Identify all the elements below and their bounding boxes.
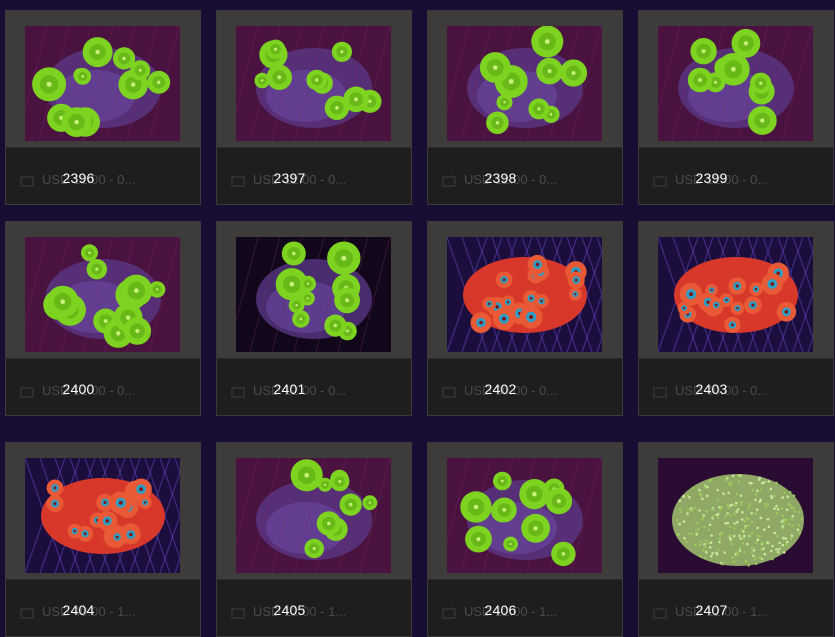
thumbnail-frame (6, 11, 200, 148)
product-photo[interactable] (447, 237, 602, 352)
thumbnail-frame (428, 222, 622, 359)
product-photo[interactable] (447, 458, 602, 573)
caption-row: USD 12.00 - 0... 2398 (428, 148, 622, 204)
product-photo[interactable] (25, 237, 180, 352)
caption-row: USD 12.00 - 0... 2401 (217, 359, 411, 415)
thumbnail-frame (6, 222, 200, 359)
product-photo[interactable] (236, 458, 391, 573)
thumbnail-frame (639, 11, 833, 148)
product-card[interactable]: USD 12.00 - 1... 2406 (427, 442, 623, 637)
thumbnail-frame (428, 11, 622, 148)
product-card[interactable]: USD 12.00 - 0... 2401 (216, 221, 412, 416)
item-number: 2399 (695, 170, 728, 186)
product-photo[interactable] (447, 26, 602, 141)
product-photo[interactable] (658, 237, 813, 352)
caption-row: USD 12.00 - 0... 2400 (6, 359, 200, 415)
item-number: 2397 (273, 170, 306, 186)
item-number: 2405 (273, 602, 306, 618)
item-number: 2396 (62, 170, 95, 186)
caption-row: USD 40.00 - 0... 2403 (639, 359, 833, 415)
thumbnail-frame (6, 443, 200, 580)
caption-row: USD 30.00 - 0... 2402 (428, 359, 622, 415)
item-number: 2400 (62, 381, 95, 397)
thumbnail-frame (639, 443, 833, 580)
thumbnail-frame (217, 222, 411, 359)
caption-row: USD 12.00 - 1... 2406 (428, 580, 622, 636)
item-number: 2402 (484, 381, 517, 397)
product-photo[interactable] (236, 26, 391, 141)
product-card[interactable]: USD 40.00 - 1... 2404 (5, 442, 201, 637)
item-number: 2404 (62, 602, 95, 618)
caption-row: USD 40.00 - 1... 2404 (6, 580, 200, 636)
product-card[interactable]: USD 12.00 - 0... 2399 (638, 10, 834, 205)
caption-row: USD 12.00 - 0... 2399 (639, 148, 833, 204)
thumbnail-frame (639, 222, 833, 359)
product-photo[interactable] (658, 458, 813, 573)
product-card[interactable]: USD 30.00 - 0... 2402 (427, 221, 623, 416)
product-photo[interactable] (25, 458, 180, 573)
product-card[interactable]: USD 12.00 - 1... 2405 (216, 442, 412, 637)
product-card[interactable]: USD 40.00 - 0... 2403 (638, 221, 834, 416)
thumbnail-frame (217, 11, 411, 148)
product-grid: USD 12.00 - 0... 2396 USD 12.00 - 0... 2397… (0, 0, 835, 637)
item-number: 2398 (484, 170, 517, 186)
caption-row: USD 12.00 - 0... 2396 (6, 148, 200, 204)
product-photo[interactable] (25, 26, 180, 141)
thumbnail-frame (217, 443, 411, 580)
caption-row: USD 12.00 - 0... 2397 (217, 148, 411, 204)
product-card[interactable]: USD 12.00 - 0... 2396 (5, 10, 201, 205)
product-card[interactable]: USD 12.00 - 0... 2398 (427, 10, 623, 205)
product-card[interactable]: USD 12.00 - 0... 2397 (216, 10, 412, 205)
product-card[interactable]: USD 12.00 - 0... 2400 (5, 221, 201, 416)
product-photo[interactable] (658, 26, 813, 141)
product-card[interactable]: USD 12.00 - 1... 2407 (638, 442, 834, 637)
item-number: 2401 (273, 381, 306, 397)
product-photo[interactable] (236, 237, 391, 352)
item-number: 2406 (484, 602, 517, 618)
item-number: 2407 (695, 602, 728, 618)
item-number: 2403 (695, 381, 728, 397)
thumbnail-frame (428, 443, 622, 580)
caption-row: USD 12.00 - 1... 2405 (217, 580, 411, 636)
caption-row: USD 12.00 - 1... 2407 (639, 580, 833, 636)
